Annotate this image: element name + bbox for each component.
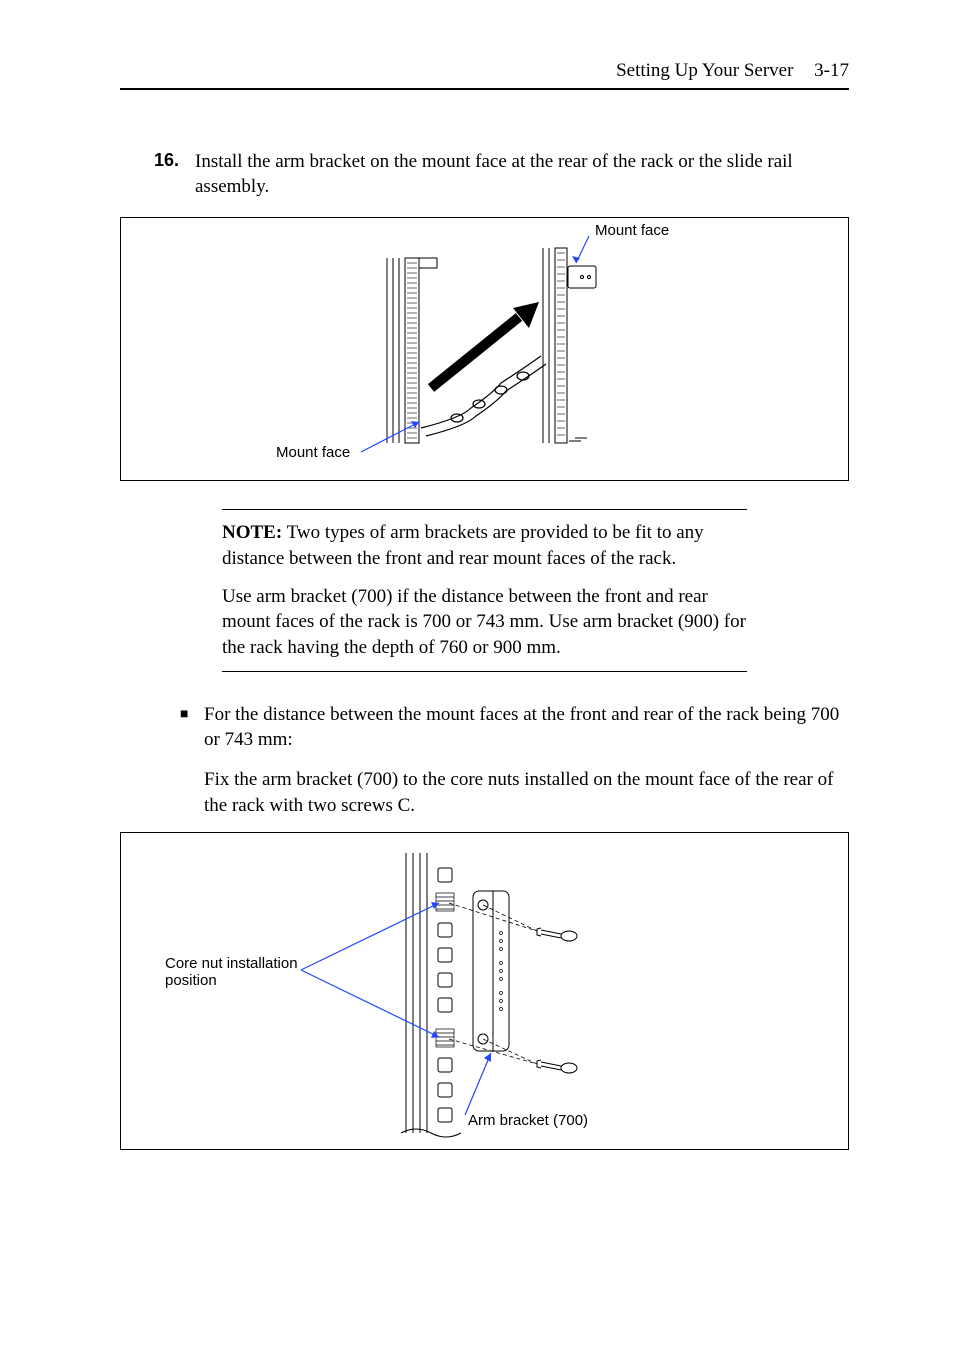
figure2-svg bbox=[121, 833, 850, 1149]
figure-mount-face: Mount face Mount face bbox=[120, 217, 849, 481]
step-text: Install the arm bracket on the mount fac… bbox=[195, 150, 849, 199]
header-title: Setting Up Your Server bbox=[616, 60, 793, 81]
figure-arm-bracket: Core nut installation position Arm brack… bbox=[120, 832, 849, 1150]
header-page-number: 3-17 bbox=[814, 60, 849, 81]
page-header: Setting Up Your Server 3-17 bbox=[120, 60, 849, 90]
instruction-step: 16. Install the arm bracket on the mount… bbox=[125, 150, 849, 199]
sub-paragraph: Fix the arm bracket (700) to the core nu… bbox=[204, 767, 849, 818]
figure2-label-right: Arm bracket (700) bbox=[468, 1112, 588, 1129]
bullet-item: ■ For the distance between the mount fac… bbox=[180, 702, 849, 753]
figure2-label-left: Core nut installation position bbox=[165, 955, 305, 989]
note-label: NOTE: bbox=[222, 522, 282, 543]
bullet-text: For the distance between the mount faces… bbox=[204, 702, 849, 753]
figure1-label-bottom: Mount face bbox=[276, 444, 350, 461]
note-text-1: Two types of arm brackets are provided t… bbox=[222, 522, 704, 569]
note-text-2: Use arm bracket (700) if the distance be… bbox=[222, 584, 747, 661]
bullet-icon: ■ bbox=[180, 702, 204, 753]
figure1-label-top: Mount face bbox=[595, 222, 669, 239]
step-number: 16. bbox=[125, 150, 195, 199]
note-block: NOTE: Two types of arm brackets are prov… bbox=[222, 509, 747, 671]
figure1-svg bbox=[121, 218, 850, 480]
